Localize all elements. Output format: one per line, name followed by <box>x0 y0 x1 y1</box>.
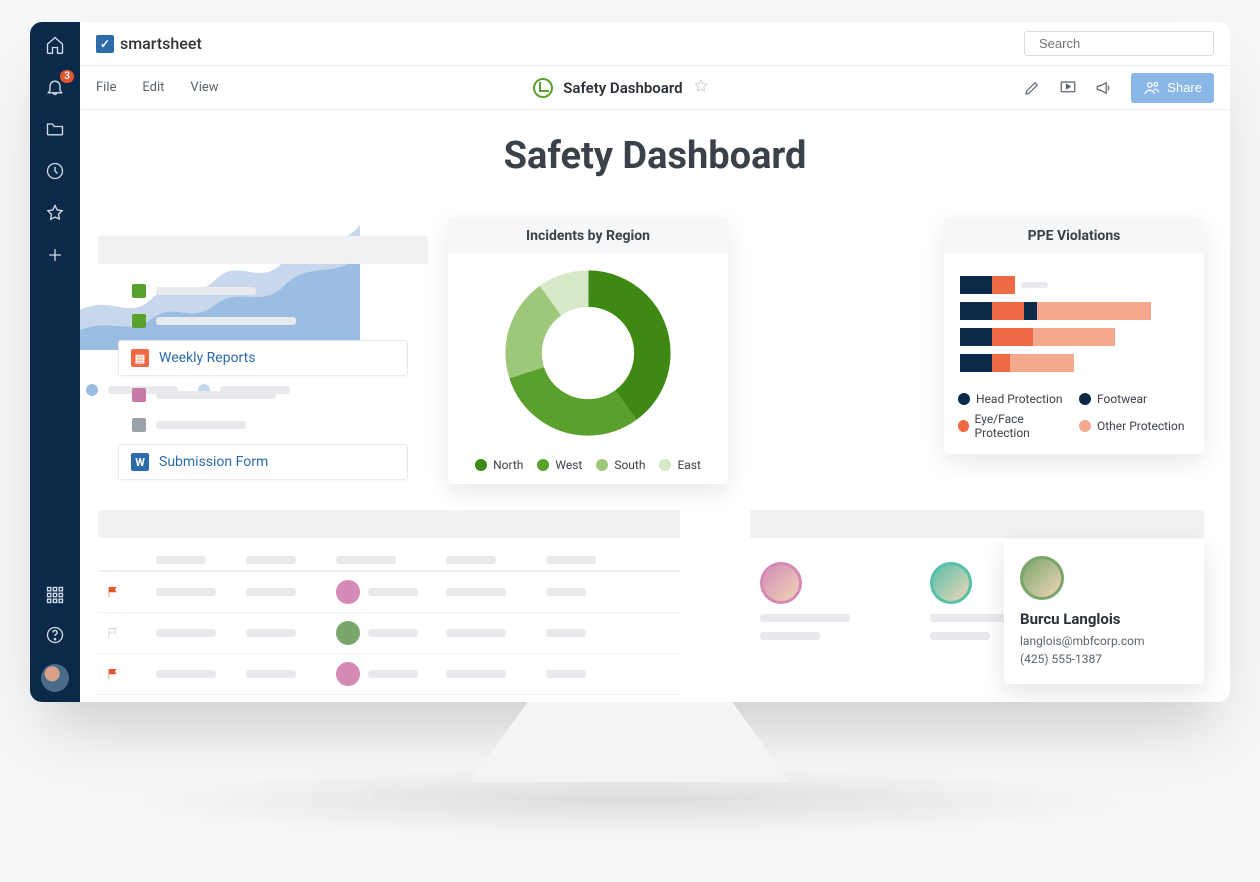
table-header-row <box>98 550 680 571</box>
dashboard-type-icon <box>533 78 553 98</box>
data-table <box>98 510 680 702</box>
present-icon[interactable] <box>1059 79 1077 97</box>
ppe-bar-4 <box>960 354 1188 372</box>
legend-head: Head Protection <box>976 392 1062 406</box>
app-root: 3 ✓ smartsheet <box>30 22 1230 702</box>
folder-icon[interactable] <box>44 118 66 140</box>
contact-phone: (425) 555-1387 <box>1020 650 1188 668</box>
share-button[interactable]: Share <box>1131 73 1214 103</box>
search-input[interactable] <box>1024 31 1214 56</box>
area-legend-dot-a <box>86 384 98 396</box>
person-card[interactable] <box>760 562 850 640</box>
left-list-panel: ▤ Weekly Reports W Submission Form <box>98 236 428 484</box>
ppe-title: PPE Violations <box>944 218 1204 254</box>
help-icon[interactable] <box>44 624 66 646</box>
legend-north: North <box>493 458 523 472</box>
table-row[interactable] <box>98 571 680 612</box>
donut-legend: North West South East <box>448 452 728 484</box>
weekly-reports-label: Weekly Reports <box>159 350 255 366</box>
table-row[interactable] <box>98 612 680 653</box>
legend-west: West <box>555 458 582 472</box>
flag-icon[interactable] <box>98 585 148 599</box>
submission-form-label: Submission Form <box>159 454 268 470</box>
incidents-by-region-card: Incidents by Region North West <box>448 218 728 484</box>
brand-name: smartsheet <box>120 34 202 53</box>
legend-other: Other Protection <box>1097 419 1184 433</box>
menu-view[interactable]: View <box>190 80 218 95</box>
menu-bar: File Edit View Safety Dashboard Share <box>80 66 1230 110</box>
legend-foot: Footwear <box>1097 392 1147 406</box>
flag-icon[interactable] <box>98 626 148 640</box>
dashboard-content: Safety Dashboard ▤ Weekly Reports W Submis… <box>80 110 1230 702</box>
avatar <box>336 662 360 686</box>
add-icon[interactable] <box>44 244 66 266</box>
table-header-placeholder <box>98 510 680 538</box>
announce-icon[interactable] <box>1095 79 1113 97</box>
list-item-submission-form[interactable]: W Submission Form <box>118 444 408 480</box>
brand-mark-icon: ✓ <box>96 35 114 53</box>
monitor-frame: 3 ✓ smartsheet <box>30 22 1230 702</box>
list-item[interactable] <box>98 410 428 440</box>
contact-email[interactable]: langlois@mbfcorp.com <box>1020 632 1188 650</box>
avatar <box>336 621 360 645</box>
donut-title: Incidents by Region <box>448 218 728 254</box>
legend-south: South <box>614 458 645 472</box>
flag-icon[interactable] <box>98 667 148 681</box>
report-icon: ▤ <box>131 349 149 367</box>
form-icon: W <box>131 453 149 471</box>
menu-edit[interactable]: Edit <box>142 80 164 95</box>
table-row[interactable] <box>98 694 680 702</box>
favorites-icon[interactable] <box>44 202 66 224</box>
left-rail: 3 <box>30 22 80 702</box>
avatar <box>336 580 360 604</box>
share-label: Share <box>1167 80 1202 95</box>
notification-badge: 3 <box>60 70 74 83</box>
legend-east: East <box>677 458 700 472</box>
current-user-avatar[interactable] <box>41 664 69 692</box>
contact-name: Burcu Langlois <box>1020 610 1188 628</box>
favorite-toggle-icon[interactable] <box>693 78 709 98</box>
main-area: ✓ smartsheet File Edit View Safety Dashb… <box>80 22 1230 702</box>
contact-avatar <box>1020 556 1064 600</box>
list-item[interactable] <box>98 380 428 410</box>
avatar <box>760 562 802 604</box>
list-header-placeholder <box>98 236 428 264</box>
ppe-bar-3 <box>960 328 1188 346</box>
legend-eye: Eye/Face Protection <box>975 412 1069 440</box>
contact-card: Burcu Langlois langlois@mbfcorp.com (425… <box>1004 540 1204 684</box>
menu-file[interactable]: File <box>96 80 116 95</box>
ppe-legend: Head Protection Footwear Eye/Face Protec… <box>944 384 1204 454</box>
ppe-violations-card: PPE Violations Head Protection Footwear … <box>944 218 1204 454</box>
doc-title: Safety Dashboard <box>563 79 682 97</box>
notifications-icon[interactable]: 3 <box>44 76 66 98</box>
ppe-bar-1 <box>960 276 1188 294</box>
ppe-bar-2 <box>960 302 1188 320</box>
home-icon[interactable] <box>44 34 66 56</box>
avatar <box>930 562 972 604</box>
donut-chart <box>503 268 673 438</box>
apps-icon[interactable] <box>44 584 66 606</box>
people-header-placeholder <box>750 510 1204 538</box>
people-icon <box>1143 79 1161 97</box>
recent-icon[interactable] <box>44 160 66 182</box>
list-item[interactable] <box>98 276 428 306</box>
page-title: Safety Dashboard <box>80 134 1230 178</box>
edit-icon[interactable] <box>1023 79 1041 97</box>
brand-logo[interactable]: ✓ smartsheet <box>96 34 202 53</box>
list-item-weekly-reports[interactable]: ▤ Weekly Reports <box>118 340 408 376</box>
search-field[interactable] <box>1039 36 1215 51</box>
list-item[interactable] <box>98 306 428 336</box>
monitor-stand <box>470 702 790 782</box>
top-bar: ✓ smartsheet <box>80 22 1230 66</box>
table-row[interactable] <box>98 653 680 694</box>
